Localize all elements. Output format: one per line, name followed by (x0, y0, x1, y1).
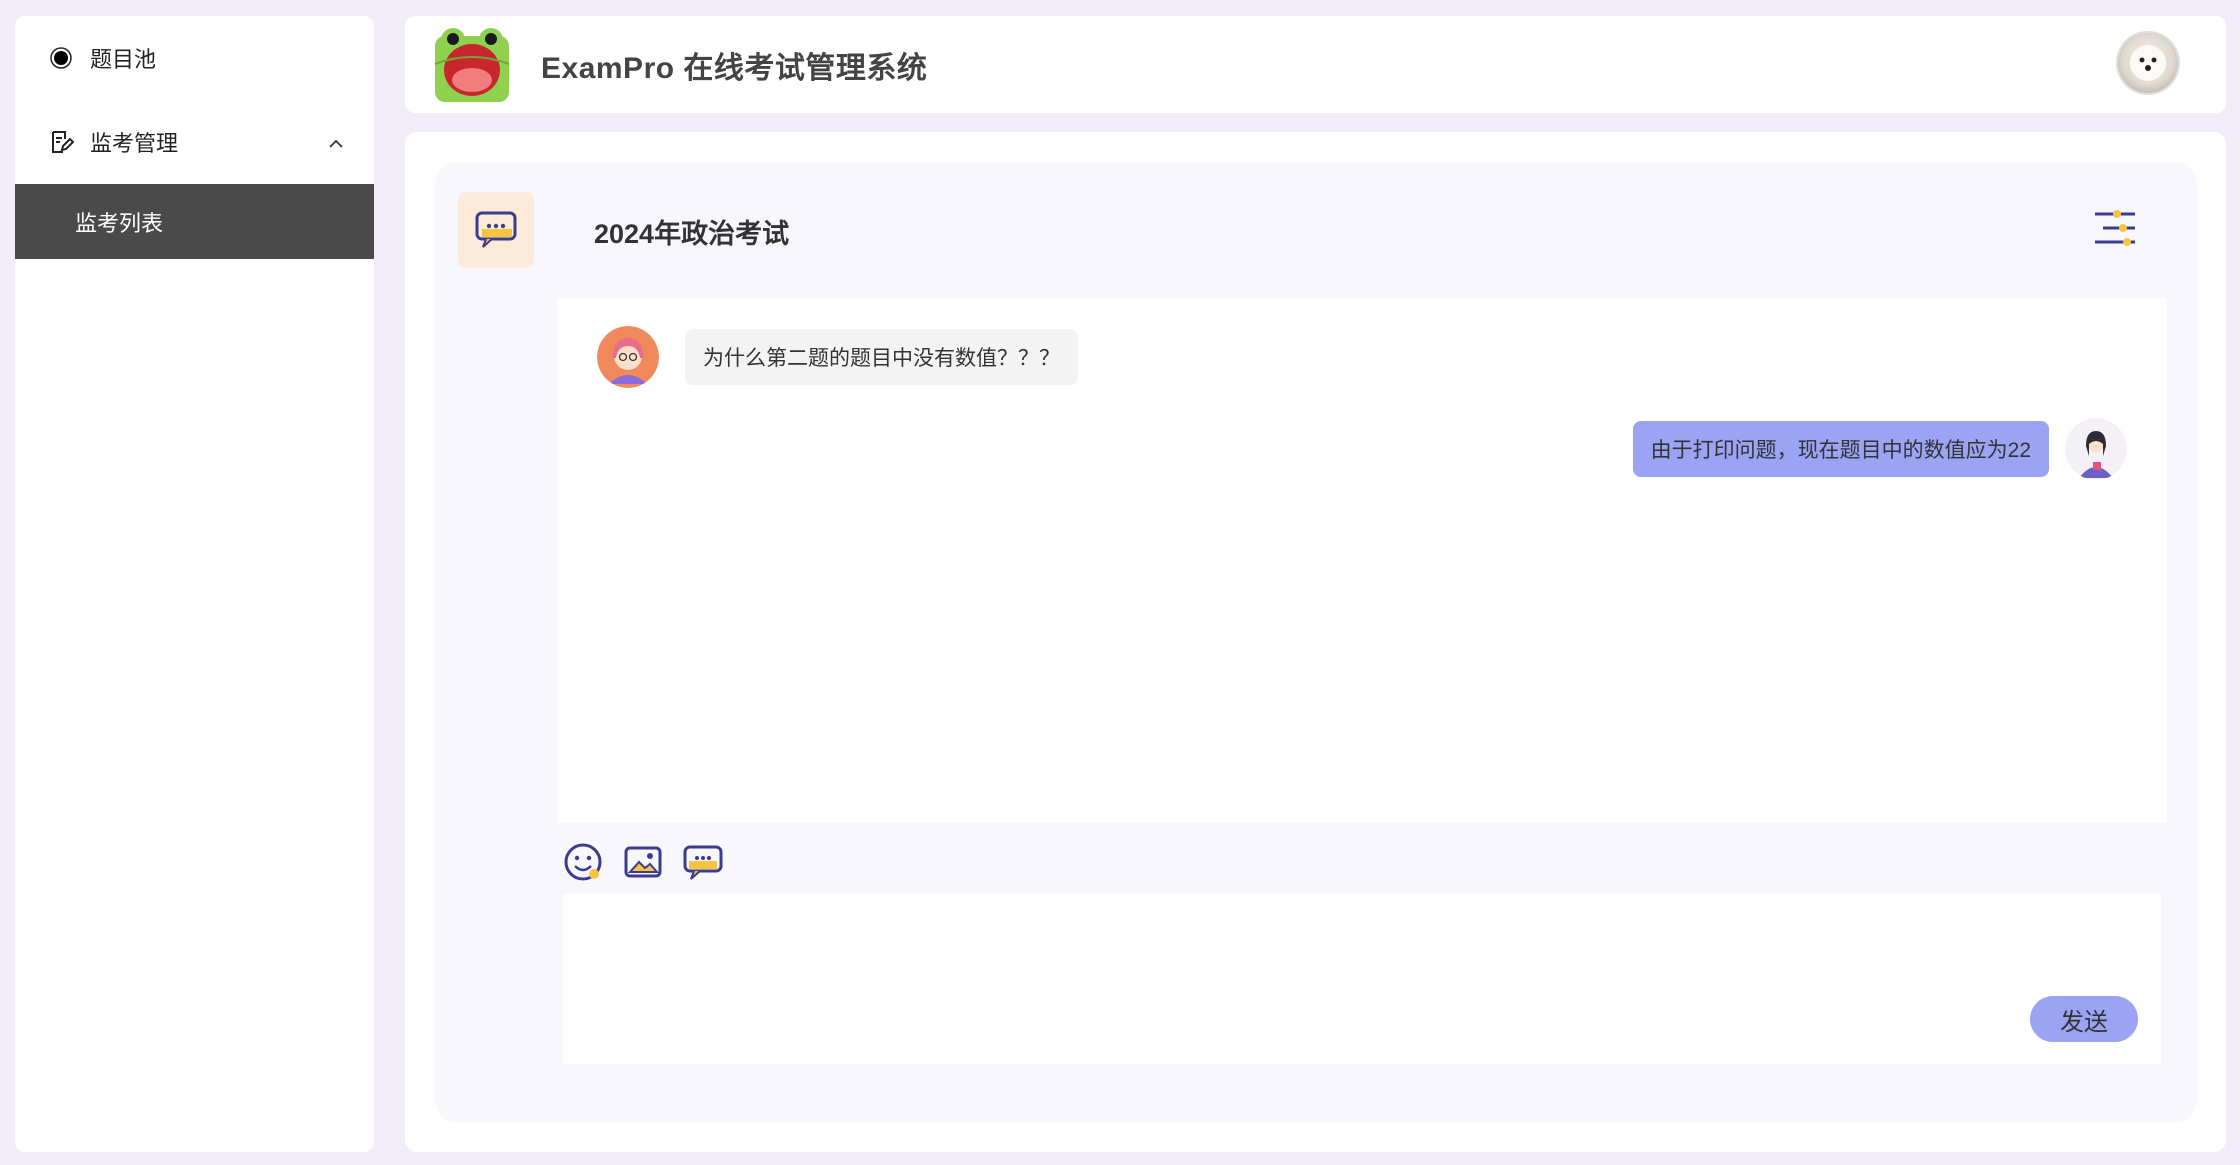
filter-settings-icon[interactable] (2093, 208, 2137, 248)
sidebar: 题目池 监考管理 监考列表 (15, 16, 374, 1152)
emoji-icon[interactable] (563, 842, 603, 882)
sidebar-item-proctor-management[interactable]: 监考管理 (15, 100, 374, 184)
chat-room-icon (458, 192, 534, 268)
chevron-up-icon[interactable] (328, 129, 344, 155)
sidebar-item-label: 监考管理 (90, 131, 179, 156)
sidebar-item-proctor-list[interactable]: 监考列表 (15, 184, 374, 259)
message-bubble: 由于打印问题，现在题目中的数值应为22 (1632, 421, 2049, 477)
sidebar-item-label: 监考列表 (75, 210, 164, 236)
input-toolbar (563, 842, 723, 882)
frog-logo (434, 27, 510, 102)
edit-doc-icon (48, 129, 74, 155)
message-bubble: 为什么第二题的题目中没有数值？？？ (685, 329, 1078, 385)
app-title: ExamPro 在线考试管理系统 (541, 51, 928, 85)
top-header: ExamPro 在线考试管理系统 (405, 16, 2226, 113)
image-icon[interactable] (623, 842, 663, 882)
message-outgoing: 由于打印问题，现在题目中的数值应为22 (1632, 418, 2127, 480)
sidebar-item-label: 题目池 (90, 47, 157, 72)
message-list: 为什么第二题的题目中没有数值？？？ 由于打印问题，现在题目中的数值应为22 (557, 298, 2167, 823)
chat-panel: 2024年政治考试 为什么第二题的题目中没有数值？？？ 由于打印问题，现在题目中… (435, 162, 2197, 1122)
main-content: 2024年政治考试 为什么第二题的题目中没有数值？？？ 由于打印问题，现在题目中… (405, 132, 2226, 1152)
proctor-avatar (2065, 418, 2127, 480)
message-input[interactable] (563, 894, 2161, 1064)
circle-dot-icon (48, 45, 74, 71)
student-avatar (597, 326, 659, 388)
chat-room-title: 2024年政治考试 (594, 219, 790, 249)
sidebar-group-proctor: 监考管理 监考列表 (15, 100, 374, 259)
send-button[interactable]: 发送 (2030, 996, 2138, 1042)
message-incoming: 为什么第二题的题目中没有数值？？？ (597, 326, 1078, 388)
chat-bubble-icon[interactable] (683, 842, 723, 882)
message-input-area: 发送 (563, 894, 2161, 1064)
sidebar-item-question-pool[interactable]: 题目池 (15, 16, 374, 100)
user-avatar[interactable] (2118, 33, 2178, 93)
